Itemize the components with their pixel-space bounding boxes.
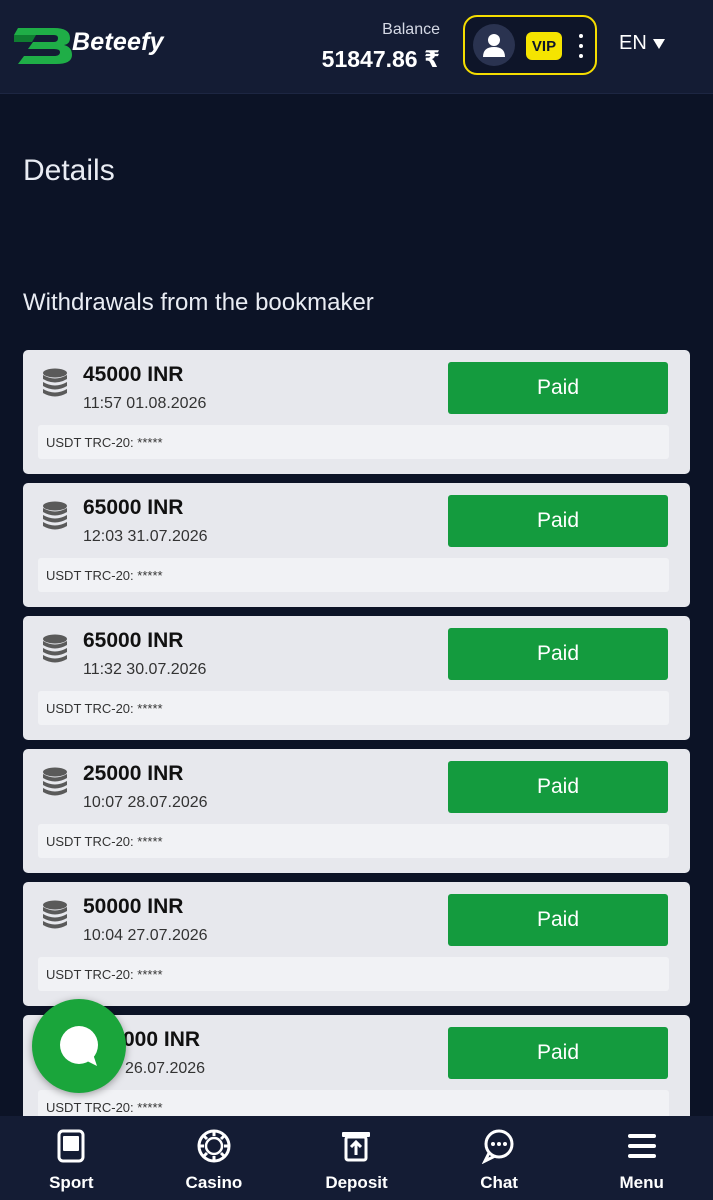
nav-sport-label: Sport	[49, 1173, 94, 1192]
section-title: Withdrawals from the bookmaker	[23, 289, 374, 316]
balance-block[interactable]: Balance 51847.86 ₹	[322, 20, 440, 76]
user-icon	[483, 34, 505, 57]
status-paid-button[interactable]: Paid	[448, 628, 668, 680]
withdrawal-amount: 25000 INR	[83, 762, 184, 785]
bottom-navigation: Sport Casino Deposit Chat Menu	[0, 1116, 713, 1200]
language-label: EN	[619, 32, 647, 54]
app-header: Beteefy Balance 51847.86 ₹ VIP EN	[0, 0, 713, 94]
payment-method: USDT TRC-20: *****	[38, 425, 669, 459]
nav-chat[interactable]: Chat	[428, 1116, 571, 1200]
withdrawal-amount: 65000 INR	[83, 629, 184, 652]
vip-badge[interactable]: VIP	[526, 32, 562, 60]
withdrawal-card[interactable]: 25000 INR 10:07 28.07.2026 Paid USDT TRC…	[23, 749, 690, 873]
status-paid-button[interactable]: Paid	[448, 761, 668, 813]
withdrawal-date: 12:03 31.07.2026	[83, 528, 208, 545]
more-options-icon[interactable]	[574, 31, 588, 61]
nav-deposit[interactable]: Deposit	[285, 1116, 428, 1200]
coins-stack-icon	[43, 767, 67, 796]
coins-stack-icon	[43, 900, 67, 929]
support-chat-button[interactable]	[32, 999, 126, 1093]
payment-method: USDT TRC-20: *****	[38, 691, 669, 725]
status-paid-button[interactable]: Paid	[448, 1027, 668, 1079]
menu-icon	[627, 1134, 656, 1158]
chat-icon	[481, 1129, 514, 1164]
chevron-down-icon	[652, 38, 665, 49]
account-menu[interactable]: VIP	[463, 15, 597, 75]
payment-method: USDT TRC-20: *****	[38, 824, 669, 858]
withdrawal-date: 11:57 01.08.2026	[83, 395, 207, 412]
page-title: Details	[23, 154, 115, 187]
withdrawal-date: 10:04 27.07.2026	[83, 927, 208, 944]
withdrawal-date: 26.07.2026	[125, 1060, 206, 1077]
nav-casino-label: Casino	[185, 1173, 243, 1192]
deposit-icon	[342, 1132, 371, 1162]
withdrawal-card[interactable]: 50000 INR 10:04 27.07.2026 Paid USDT TRC…	[23, 882, 690, 1006]
nav-menu[interactable]: Menu	[570, 1116, 713, 1200]
coins-stack-icon	[43, 368, 67, 397]
avatar[interactable]	[473, 24, 515, 66]
coins-stack-icon	[43, 501, 67, 530]
payment-method: USDT TRC-20: *****	[38, 1090, 669, 1116]
casino-chip-icon	[197, 1129, 231, 1163]
withdrawal-card[interactable]: 65000 INR 12:03 31.07.2026 Paid USDT TRC…	[23, 483, 690, 607]
nav-menu-label: Menu	[619, 1173, 664, 1192]
balance-value: 51847.86 ₹	[321, 46, 440, 72]
payment-method: USDT TRC-20: *****	[38, 558, 669, 592]
withdrawal-amount: 000 INR	[123, 1028, 201, 1051]
language-selector[interactable]: EN	[619, 32, 665, 55]
sport-icon	[57, 1129, 85, 1163]
nav-sport[interactable]: Sport	[0, 1116, 143, 1200]
withdrawal-amount: 45000 INR	[83, 363, 184, 386]
logo-text: Beteefy	[72, 28, 164, 56]
withdrawal-card[interactable]: 65000 INR 11:32 30.07.2026 Paid USDT TRC…	[23, 616, 690, 740]
withdrawal-amount: 65000 INR	[83, 496, 184, 519]
status-paid-button[interactable]: Paid	[448, 894, 668, 946]
nav-casino[interactable]: Casino	[143, 1116, 286, 1200]
coins-stack-icon	[43, 634, 67, 663]
beteefy-logo[interactable]: Beteefy	[14, 22, 184, 68]
chat-bubble-icon	[60, 1026, 98, 1066]
status-paid-button[interactable]: Paid	[448, 362, 668, 414]
withdrawals-list[interactable]: 45000 INR 11:57 01.08.2026 Paid USDT TRC…	[23, 350, 690, 1116]
nav-chat-label: Chat	[480, 1173, 518, 1192]
payment-method: USDT TRC-20: *****	[38, 957, 669, 991]
nav-deposit-label: Deposit	[325, 1173, 388, 1192]
withdrawal-date: 10:07 28.07.2026	[83, 794, 208, 811]
withdrawal-date: 11:32 30.07.2026	[83, 661, 207, 678]
withdrawal-card[interactable]: 45000 INR 11:57 01.08.2026 Paid USDT TRC…	[23, 350, 690, 474]
status-paid-button[interactable]: Paid	[448, 495, 668, 547]
withdrawal-amount: 50000 INR	[83, 895, 184, 918]
balance-label: Balance	[382, 21, 440, 38]
